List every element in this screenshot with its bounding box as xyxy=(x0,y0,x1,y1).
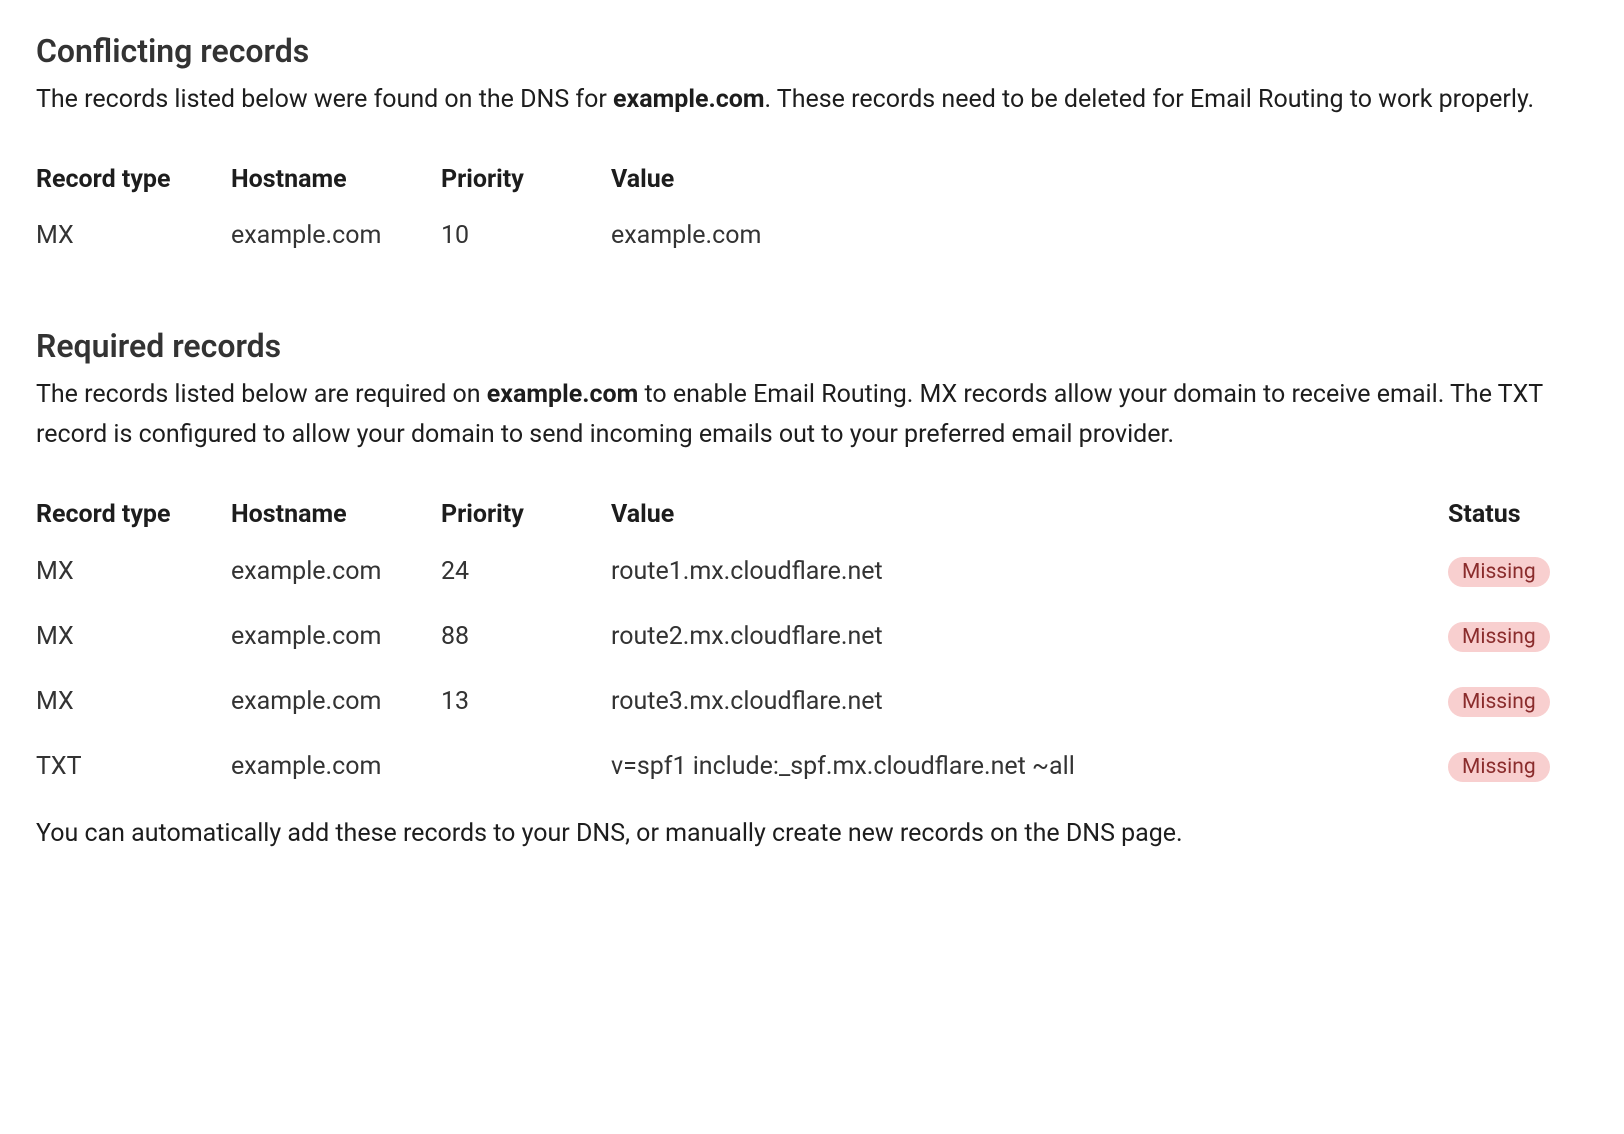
header-record-type: Record type xyxy=(36,155,231,204)
conflicting-records-title: Conflicting records xyxy=(36,32,1588,70)
cell-hostname: example.com xyxy=(231,539,441,604)
cell-hostname: example.com xyxy=(231,204,441,267)
cell-status: Missing xyxy=(1448,604,1588,669)
conflicting-desc-suffix: . These records need to be deleted for E… xyxy=(765,85,1535,114)
cell-value: route1.mx.cloudflare.net xyxy=(611,539,1448,604)
cell-status: Missing xyxy=(1448,669,1588,734)
cell-priority xyxy=(441,734,611,799)
header-record-type: Record type xyxy=(36,490,231,539)
status-badge: Missing xyxy=(1448,752,1550,782)
cell-priority: 24 xyxy=(441,539,611,604)
header-hostname: Hostname xyxy=(231,490,441,539)
conflicting-records-section: Conflicting records The records listed b… xyxy=(36,32,1588,267)
header-status: Status xyxy=(1448,490,1588,539)
cell-priority: 13 xyxy=(441,669,611,734)
cell-hostname: example.com xyxy=(231,734,441,799)
cell-priority: 88 xyxy=(441,604,611,669)
conflicting-desc-domain: example.com xyxy=(613,85,764,114)
required-desc-prefix: The records listed below are required on xyxy=(36,380,487,409)
header-value: Value xyxy=(611,155,1588,204)
table-header-row: Record type Hostname Priority Value xyxy=(36,155,1588,204)
table-row: MX example.com 24 route1.mx.cloudflare.n… xyxy=(36,539,1588,604)
cell-status: Missing xyxy=(1448,734,1588,799)
cell-hostname: example.com xyxy=(231,604,441,669)
required-records-table: Record type Hostname Priority Value Stat… xyxy=(36,490,1588,799)
cell-record-type: MX xyxy=(36,669,231,734)
header-value: Value xyxy=(611,490,1448,539)
required-records-title: Required records xyxy=(36,327,1588,365)
header-hostname: Hostname xyxy=(231,155,441,204)
cell-value: example.com xyxy=(611,204,1588,267)
cell-record-type: MX xyxy=(36,204,231,267)
status-badge: Missing xyxy=(1448,557,1550,587)
required-records-section: Required records The records listed belo… xyxy=(36,327,1588,848)
cell-record-type: TXT xyxy=(36,734,231,799)
required-records-footer: You can automatically add these records … xyxy=(36,819,1588,848)
header-priority: Priority xyxy=(441,155,611,204)
cell-hostname: example.com xyxy=(231,669,441,734)
table-row: TXT example.com v=spf1 include:_spf.mx.c… xyxy=(36,734,1588,799)
table-row: MX example.com 13 route3.mx.cloudflare.n… xyxy=(36,669,1588,734)
table-header-row: Record type Hostname Priority Value Stat… xyxy=(36,490,1588,539)
conflicting-records-table: Record type Hostname Priority Value MX e… xyxy=(36,155,1588,267)
cell-record-type: MX xyxy=(36,539,231,604)
cell-value: v=spf1 include:_spf.mx.cloudflare.net ~a… xyxy=(611,734,1448,799)
table-row: MX example.com 10 example.com xyxy=(36,204,1588,267)
status-badge: Missing xyxy=(1448,622,1550,652)
cell-record-type: MX xyxy=(36,604,231,669)
header-priority: Priority xyxy=(441,490,611,539)
cell-value: route2.mx.cloudflare.net xyxy=(611,604,1448,669)
cell-value: route3.mx.cloudflare.net xyxy=(611,669,1448,734)
cell-status: Missing xyxy=(1448,539,1588,604)
conflicting-desc-prefix: The records listed below were found on t… xyxy=(36,85,613,114)
required-desc-domain: example.com xyxy=(487,380,638,409)
cell-priority: 10 xyxy=(441,204,611,267)
status-badge: Missing xyxy=(1448,687,1550,717)
conflicting-records-desc: The records listed below were found on t… xyxy=(36,80,1588,120)
table-row: MX example.com 88 route2.mx.cloudflare.n… xyxy=(36,604,1588,669)
required-records-desc: The records listed below are required on… xyxy=(36,375,1588,455)
